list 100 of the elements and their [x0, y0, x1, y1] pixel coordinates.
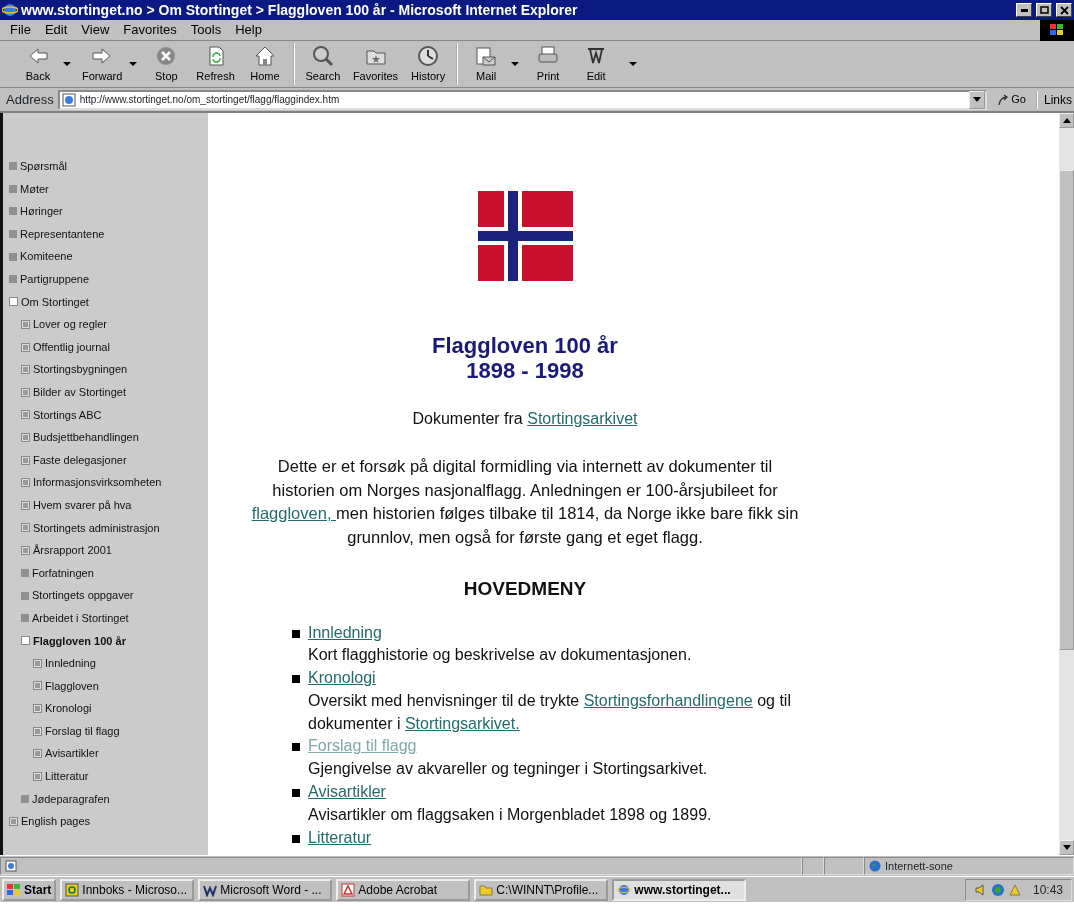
- sidebar-item[interactable]: Partigruppene: [3, 267, 90, 291]
- sidebar-item[interactable]: Litteratur: [3, 765, 89, 788]
- sidebar-item[interactable]: Representantene: [3, 222, 105, 246]
- link[interactable]: Stortingsarkivet: [527, 410, 638, 427]
- sidebar-item[interactable]: Forfatningen: [3, 561, 94, 585]
- scrollbar[interactable]: [1059, 113, 1074, 855]
- acrobat-icon: [341, 882, 356, 897]
- menu-item[interactable]: Tools: [190, 20, 222, 40]
- restore-icon: [1039, 6, 1049, 14]
- toolbar-button[interactable]: Edit: [572, 43, 621, 85]
- sidebar-item[interactable]: Avisartikler: [3, 742, 99, 766]
- sidebar-item[interactable]: Innledning: [3, 652, 96, 675]
- bullet-icon: [292, 629, 300, 638]
- page-box-icon: [33, 726, 42, 736]
- sidebar-item[interactable]: English pages: [3, 810, 91, 833]
- menu-item[interactable]: View: [81, 20, 110, 40]
- toolbar-button[interactable]: History: [404, 43, 459, 85]
- sidebar-item[interactable]: Flaggloven 100 år: [3, 629, 126, 653]
- dropdown-button[interactable]: [969, 90, 986, 109]
- sidebar-item[interactable]: Jødeparagrafen: [3, 787, 110, 811]
- menu-item[interactable]: Help: [235, 20, 262, 40]
- page-box-icon: [21, 365, 30, 375]
- source-text: Dokumenter fra Stortingsarkivet: [411, 409, 639, 429]
- link[interactable]: Stortingsarkivet.: [404, 714, 520, 732]
- taskbar-button[interactable]: Innboks - Microso...: [60, 878, 195, 901]
- page-box-icon: [33, 749, 42, 759]
- menu-link[interactable]: Kronologi: [308, 669, 376, 687]
- ie-icon: [2, 2, 18, 18]
- menu-link[interactable]: Avisartikler: [308, 783, 386, 801]
- start-button[interactable]: Start: [2, 878, 57, 901]
- links-button[interactable]: Links: [1036, 90, 1074, 109]
- sidebar-item[interactable]: Lover og regler: [3, 313, 107, 336]
- expanded-box-icon: [9, 297, 18, 307]
- toolbar-button[interactable]: Mail: [462, 43, 525, 85]
- page-box-icon: [21, 478, 30, 488]
- page-icon: [5, 860, 17, 872]
- menu-item[interactable]: Edit: [44, 20, 68, 40]
- sidebar-item[interactable]: Bilder av Stortinget: [3, 380, 126, 404]
- page-box-icon: [21, 410, 30, 420]
- address-label: Address: [6, 90, 54, 109]
- sidebar-item[interactable]: Stortingsbygningen: [3, 358, 128, 381]
- square-icon: [9, 230, 17, 239]
- square-icon: [9, 162, 17, 171]
- sidebar-item[interactable]: Møter: [3, 177, 49, 201]
- sidebar-item[interactable]: Kronologi: [3, 697, 92, 720]
- clock: 10:43: [1032, 881, 1063, 899]
- close-icon: [1059, 5, 1069, 15]
- ie-icon: [617, 882, 632, 897]
- toolbar-button[interactable]: Back: [14, 43, 76, 85]
- sidebar-item[interactable]: Arbeidet i Stortinget: [3, 606, 129, 630]
- sidebar-item[interactable]: Flaggloven: [3, 674, 99, 698]
- toolbar-button[interactable]: Forward: [76, 43, 143, 85]
- sidebar-item[interactable]: Spørsmål: [3, 155, 68, 178]
- restore-button[interactable]: [1036, 3, 1052, 17]
- sidebar-item[interactable]: Stortingets oppgaver: [3, 584, 134, 607]
- taskbar-button[interactable]: Microsoft Word - ...: [198, 878, 333, 901]
- menu-link[interactable]: Innledning: [308, 623, 382, 641]
- window-title: www.stortinget.no > Om Stortinget > Flaggloven 100 år - Microsoft Internet Explorer: [21, 0, 578, 20]
- section-heading: HOVEDMENY: [462, 577, 588, 601]
- page-box-icon: [21, 342, 30, 352]
- sidebar-item[interactable]: Stortings ABC: [3, 403, 102, 427]
- sidebar-item[interactable]: Om Stortinget: [3, 290, 89, 314]
- toolbar-button[interactable]: Stop: [142, 43, 191, 85]
- toolbar-button[interactable]: Print: [524, 43, 573, 85]
- caret-icon: [62, 61, 72, 67]
- bullet-icon: [292, 743, 300, 752]
- item-description: Gjengivelse av akvareller og tegninger i Stortingsarkivet.: [308, 759, 708, 780]
- sidebar-item[interactable]: Budsjettbehandlingen: [3, 426, 139, 449]
- zone-label: Internett-sone: [885, 858, 953, 874]
- go-button[interactable]: Go: [991, 91, 1032, 108]
- toolbar-button[interactable]: Favorites: [346, 43, 405, 85]
- menu-link[interactable]: Litteratur: [308, 828, 372, 846]
- link[interactable]: flaggloven,: [251, 504, 337, 522]
- sidebar-item[interactable]: Faste delegasjoner: [3, 448, 127, 472]
- sidebar-item[interactable]: Offentlig journal: [3, 335, 110, 359]
- menu-item[interactable]: File: [10, 20, 31, 40]
- sidebar-item[interactable]: Komiteene: [3, 245, 73, 268]
- close-button[interactable]: [1056, 3, 1072, 17]
- taskbar-button[interactable]: C:\WINNT\Profile...: [474, 878, 609, 901]
- toolbar-button[interactable]: Home: [240, 43, 295, 85]
- toolbar-button[interactable]: Search: [298, 43, 347, 85]
- search-icon: [310, 43, 335, 68]
- toolbar-button[interactable]: Refresh: [190, 43, 241, 85]
- taskbar-button[interactable]: www.stortinget...: [612, 878, 747, 901]
- windows-logo-icon: [7, 883, 21, 896]
- address-field[interactable]: http://www.stortinget.no/om_stortinget/flagg/flaggindex.htm: [57, 89, 988, 110]
- sidebar-item[interactable]: Høringer: [3, 200, 63, 223]
- menu-item[interactable]: Favorites: [123, 20, 177, 40]
- page-box-icon: [33, 658, 42, 668]
- sidebar-item[interactable]: Årsrapport 2001: [3, 539, 112, 562]
- scroll-thumb[interactable]: [1059, 170, 1074, 650]
- sidebar-item[interactable]: Informasjonsvirksomheten: [3, 471, 162, 494]
- item-description: Avisartikler om flaggsaken i Morgenbladet 1898 og 1899.: [308, 804, 712, 825]
- link[interactable]: Stortingsforhandlingene: [583, 691, 753, 709]
- sidebar-item[interactable]: Stortingets administrasjon: [3, 516, 160, 540]
- sidebar-item[interactable]: Hvem svarer på hva: [3, 493, 132, 517]
- taskbar-button[interactable]: Adobe Acrobat: [336, 878, 471, 901]
- sidebar-item[interactable]: Forslag til flagg: [3, 719, 120, 743]
- page-box-icon: [21, 455, 30, 465]
- minimize-button[interactable]: [1016, 3, 1032, 17]
